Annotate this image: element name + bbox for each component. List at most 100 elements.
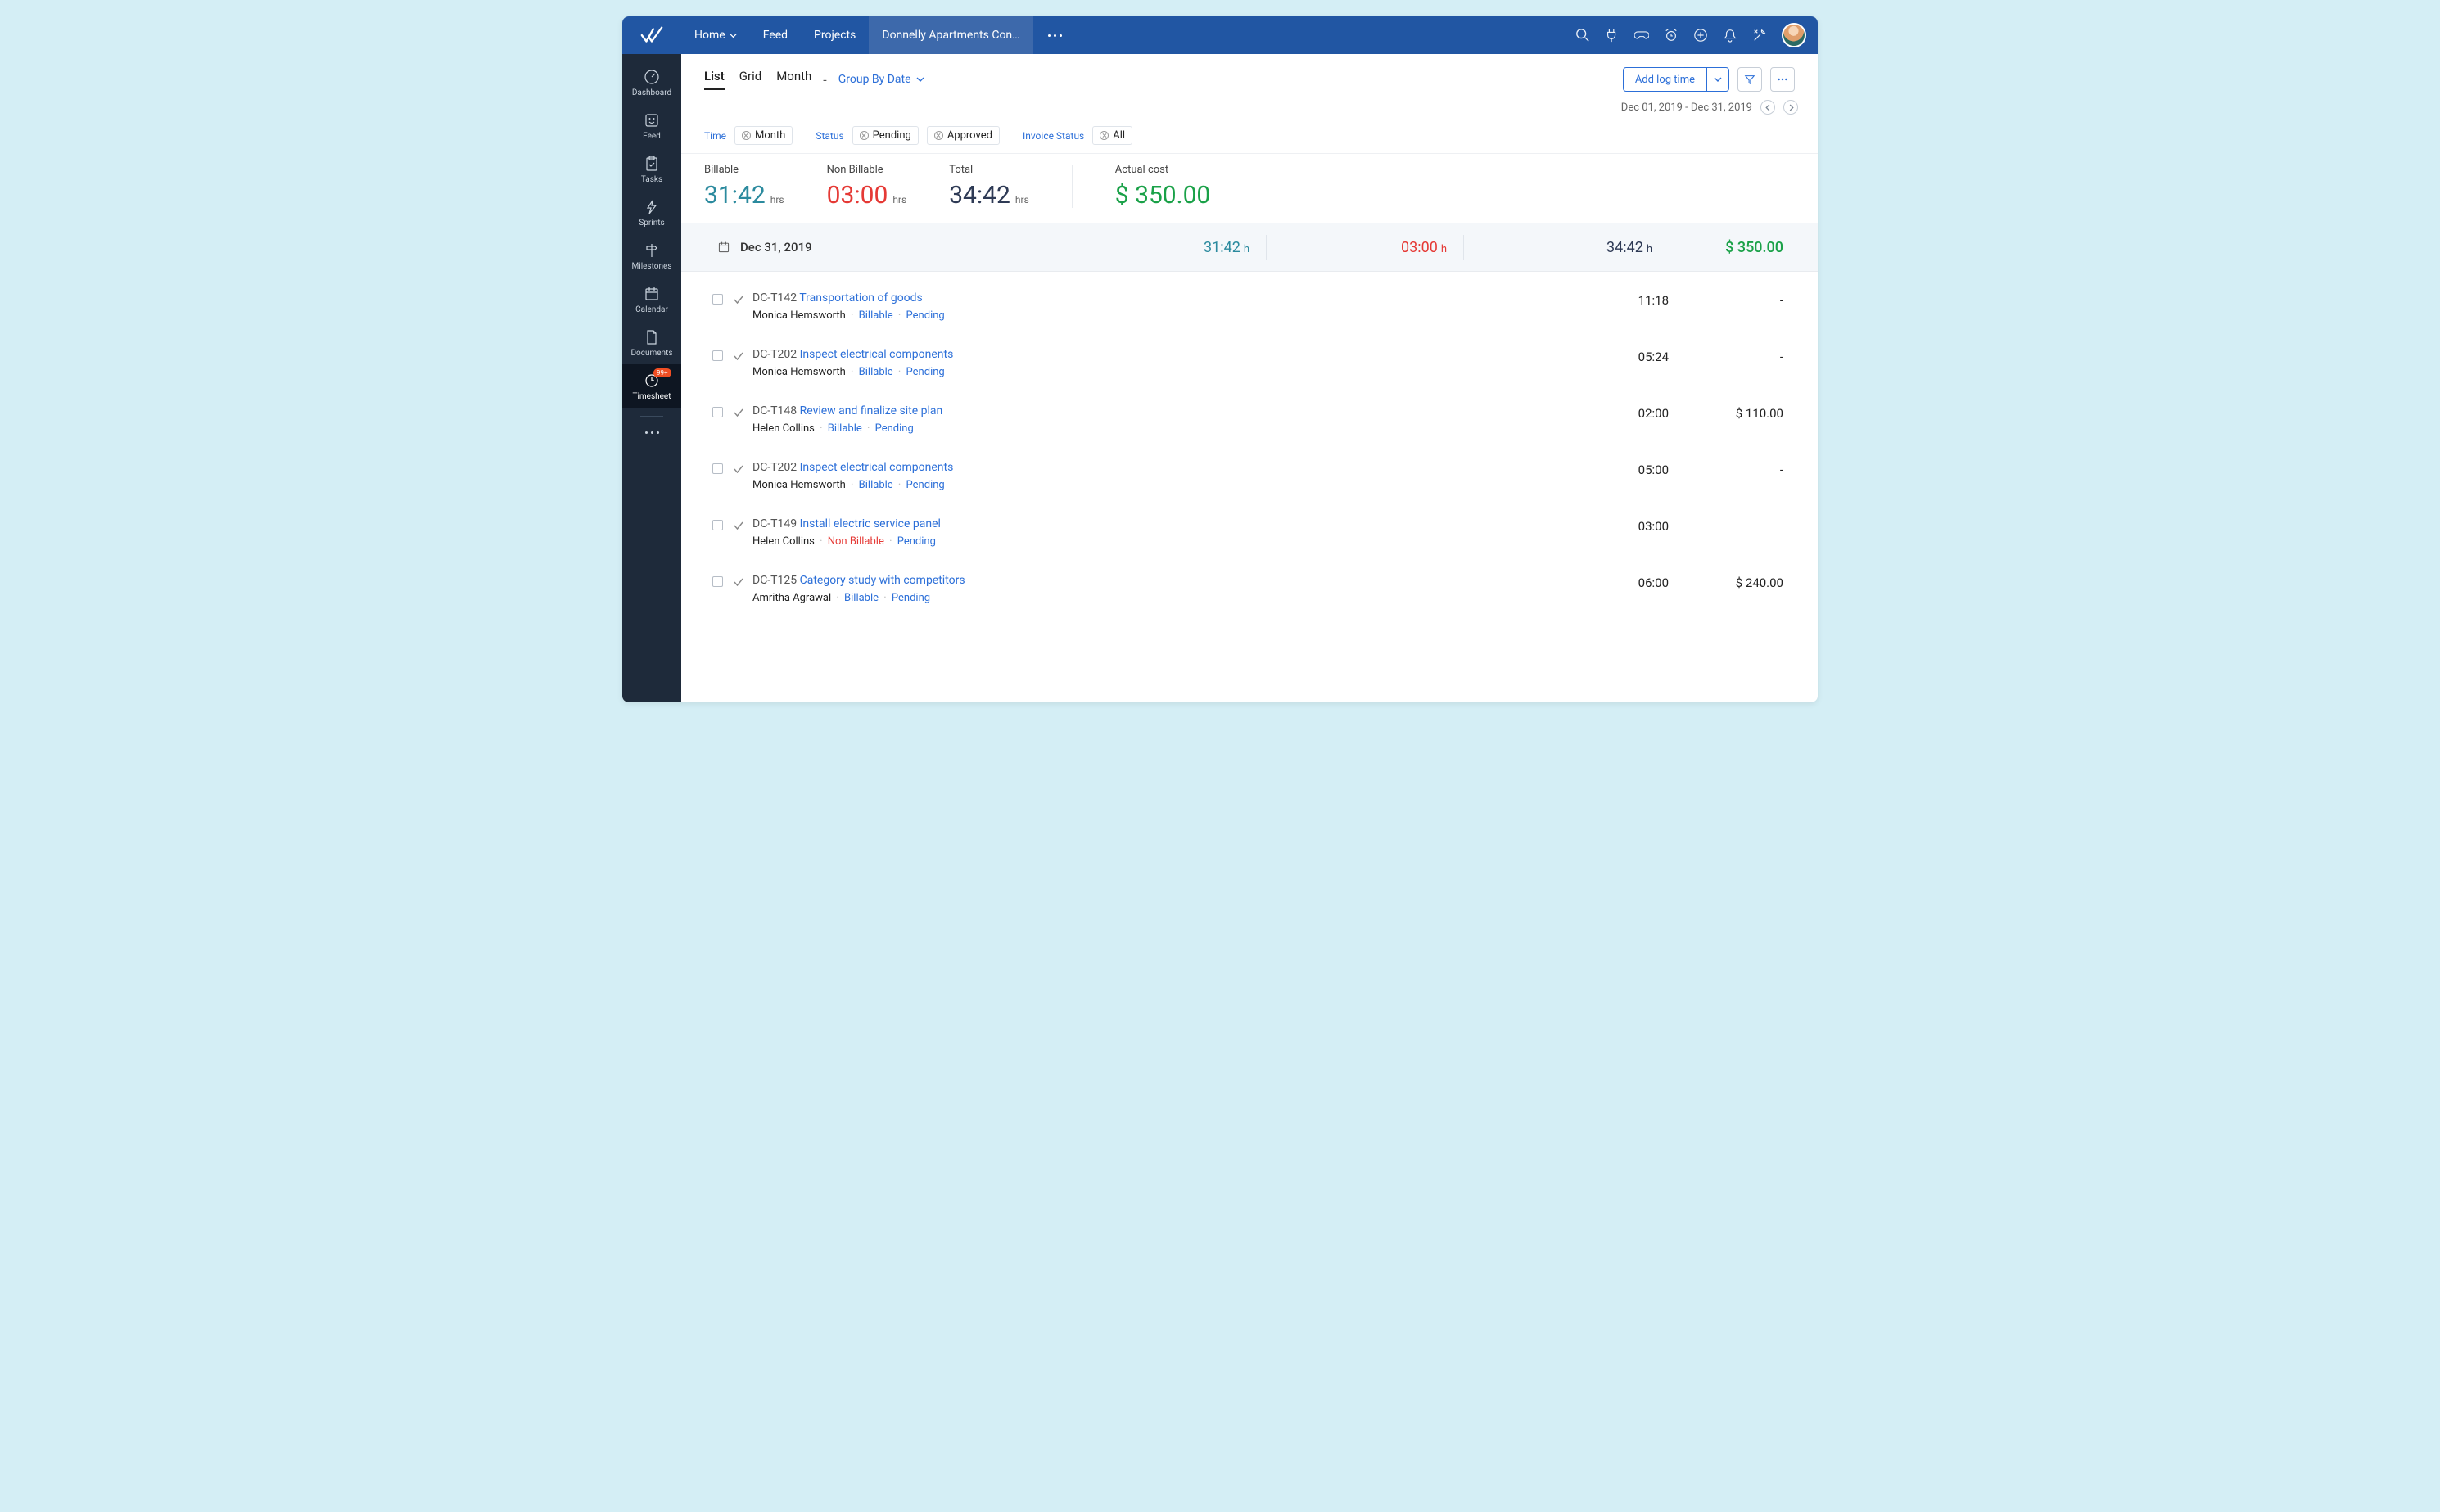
entry-cost: - [1669, 291, 1783, 308]
entry-checkbox[interactable] [712, 350, 723, 361]
sidebar-label: Milestones [632, 262, 672, 271]
sidebar-item-timesheet[interactable]: 99+ Timesheet [622, 364, 681, 408]
task-name-link[interactable]: Install electric service panel [800, 517, 941, 530]
filter-label-invoice: Invoice Status [1023, 130, 1084, 142]
sidebar-item-feed[interactable]: Feed [622, 104, 681, 147]
chevron-down-icon [730, 32, 737, 39]
nav-feed[interactable]: Feed [750, 16, 801, 54]
user-avatar[interactable] [1782, 23, 1806, 47]
entry-hours: 05:24 [1530, 348, 1669, 364]
close-icon[interactable] [1100, 131, 1109, 140]
date-range-row: Dec 01, 2019 - Dec 31, 2019 [681, 92, 1818, 115]
summary-total: Total 34:42hrs [949, 164, 1029, 210]
sidebar-item-dashboard[interactable]: Dashboard [622, 61, 681, 104]
gamepad-icon[interactable] [1634, 28, 1649, 43]
close-icon[interactable] [934, 131, 943, 140]
sidebar-more[interactable] [645, 425, 659, 440]
entry-row: DC-T125 Category study with competitorsA… [712, 561, 1783, 617]
more-options-button[interactable] [1770, 67, 1795, 92]
calendar-icon [717, 241, 730, 254]
task-id: DC-T142 [752, 291, 799, 305]
entry-status: Pending [875, 422, 914, 435]
entry-user: Helen Collins [752, 535, 815, 548]
filter-chip-pending[interactable]: Pending [852, 126, 919, 145]
entry-row: DC-T148 Review and finalize site planHel… [712, 391, 1783, 448]
entry-row: DC-T202 Inspect electrical componentsMon… [712, 335, 1783, 391]
entry-status: Pending [906, 309, 945, 322]
filters-row: Time Month Status Pending Approved Invoi… [681, 115, 1818, 154]
alarm-icon[interactable] [1664, 28, 1679, 43]
filter-chip-invoice[interactable]: All [1092, 126, 1132, 145]
filter-label-time: Time [704, 130, 726, 142]
tab-list[interactable]: List [704, 69, 725, 90]
entry-status: Pending [906, 366, 945, 378]
sidebar-label: Sprints [639, 219, 664, 228]
nav-project-tab[interactable]: Donnelly Apartments Con… [869, 16, 1032, 54]
entry-cost: - [1669, 348, 1783, 364]
entry-content: DC-T125 Category study with competitorsA… [752, 574, 1530, 604]
plus-circle-icon[interactable] [1693, 28, 1708, 43]
smile-icon [644, 112, 660, 129]
app-logo[interactable] [622, 16, 681, 54]
sidebar-item-documents[interactable]: Documents [622, 321, 681, 364]
filter-chip-approved[interactable]: Approved [927, 126, 1000, 145]
date-prev-button[interactable] [1760, 100, 1775, 115]
entry-checkbox[interactable] [712, 576, 723, 587]
entry-content: DC-T149 Install electric service panelHe… [752, 517, 1530, 548]
task-id: DC-T148 [752, 404, 800, 417]
sidebar-item-calendar[interactable]: Calendar [622, 278, 681, 321]
group-date: Dec 31, 2019 [740, 240, 812, 255]
filter-chip-time[interactable]: Month [734, 126, 793, 145]
tools-icon[interactable] [1752, 28, 1767, 43]
summary-non-billable: Non Billable 03:00hrs [827, 164, 907, 210]
top-nav: Home Feed Projects Donnelly Apartments C… [681, 16, 1077, 54]
dots-icon [1777, 74, 1788, 85]
entry-status: Pending [906, 479, 945, 491]
entry-cost: - [1669, 461, 1783, 477]
task-name-link[interactable]: Inspect electrical components [800, 461, 954, 474]
sidebar-item-milestones[interactable]: Milestones [622, 234, 681, 278]
task-name-link[interactable]: Category study with competitors [800, 574, 965, 587]
entry-status: Pending [897, 535, 936, 548]
filter-label-status: Status [816, 130, 843, 142]
group-cost: $ 350.00 [1652, 239, 1783, 256]
chevron-right-icon [1787, 104, 1795, 111]
nav-home[interactable]: Home [681, 16, 750, 54]
entry-checkbox[interactable] [712, 520, 723, 530]
sidebar-item-tasks[interactable]: Tasks [622, 147, 681, 191]
sidebar-item-sprints[interactable]: Sprints [622, 191, 681, 234]
tab-month[interactable]: Month [776, 69, 811, 90]
close-icon[interactable] [860, 131, 869, 140]
summary-billable: Billable 31:42hrs [704, 164, 784, 210]
nav-more[interactable] [1033, 34, 1077, 37]
group-by-dropdown[interactable]: Group By Date [838, 73, 924, 86]
view-tabs: List Grid Month [704, 69, 811, 90]
add-dropdown[interactable] [1706, 68, 1728, 91]
add-log-time-button[interactable]: Add log time [1623, 67, 1729, 92]
tab-grid[interactable]: Grid [739, 69, 761, 90]
entry-user: Monica Hemsworth [752, 366, 846, 378]
task-name-link[interactable]: Transportation of goods [799, 291, 922, 305]
filter-button[interactable] [1737, 67, 1762, 92]
check-icon [733, 294, 744, 305]
plug-icon[interactable] [1605, 28, 1620, 43]
gauge-icon [644, 69, 660, 85]
search-icon[interactable] [1575, 28, 1590, 43]
bell-icon[interactable] [1723, 28, 1737, 43]
entry-billable-status: Billable [859, 309, 893, 322]
check-icon [733, 520, 744, 531]
entry-checkbox[interactable] [712, 463, 723, 474]
signpost-icon [644, 242, 660, 259]
notification-badge: 99+ [653, 368, 671, 377]
entry-checkbox[interactable] [712, 294, 723, 305]
sidebar: Dashboard Feed Tasks Sprints Milestones … [622, 54, 681, 702]
chevron-down-icon [916, 75, 924, 83]
task-name-link[interactable]: Inspect electrical components [800, 348, 954, 361]
nav-projects[interactable]: Projects [801, 16, 869, 54]
entry-hours: 02:00 [1530, 404, 1669, 421]
close-icon[interactable] [742, 131, 751, 140]
entry-checkbox[interactable] [712, 407, 723, 417]
date-next-button[interactable] [1783, 100, 1798, 115]
task-name-link[interactable]: Review and finalize site plan [800, 404, 943, 417]
top-icons [1575, 23, 1818, 47]
